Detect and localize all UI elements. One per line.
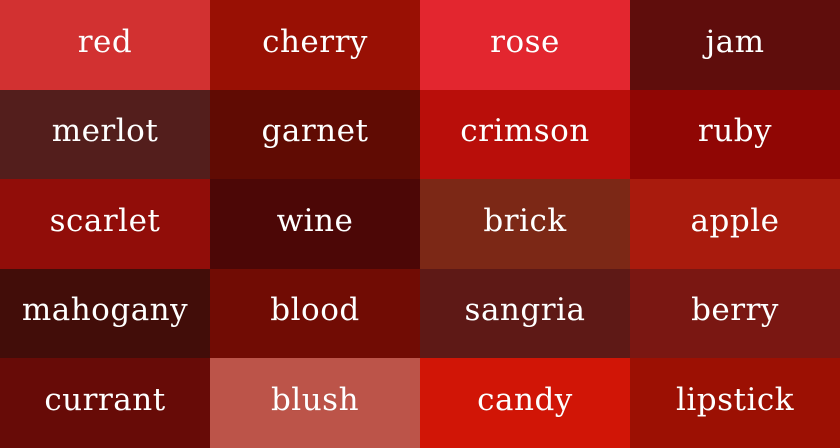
swatch-ruby: ruby bbox=[630, 90, 840, 179]
swatch-scarlet: scarlet bbox=[0, 179, 210, 269]
swatch-wine: wine bbox=[210, 179, 420, 269]
swatch-cherry: cherry bbox=[210, 0, 420, 90]
swatch-jam: jam bbox=[630, 0, 840, 90]
swatch-sangria: sangria bbox=[420, 269, 630, 358]
swatch-lipstick: lipstick bbox=[630, 358, 840, 448]
swatch-mahogany: mahogany bbox=[0, 269, 210, 358]
swatch-brick: brick bbox=[420, 179, 630, 269]
swatch-blood: blood bbox=[210, 269, 420, 358]
swatch-currant: currant bbox=[0, 358, 210, 448]
swatch-berry: berry bbox=[630, 269, 840, 358]
swatch-red: red bbox=[0, 0, 210, 90]
color-swatch-grid: red cherry rose jam merlot garnet crimso… bbox=[0, 0, 840, 448]
swatch-candy: candy bbox=[420, 358, 630, 448]
swatch-merlot: merlot bbox=[0, 90, 210, 179]
swatch-garnet: garnet bbox=[210, 90, 420, 179]
swatch-blush: blush bbox=[210, 358, 420, 448]
swatch-rose: rose bbox=[420, 0, 630, 90]
swatch-crimson: crimson bbox=[420, 90, 630, 179]
swatch-apple: apple bbox=[630, 179, 840, 269]
